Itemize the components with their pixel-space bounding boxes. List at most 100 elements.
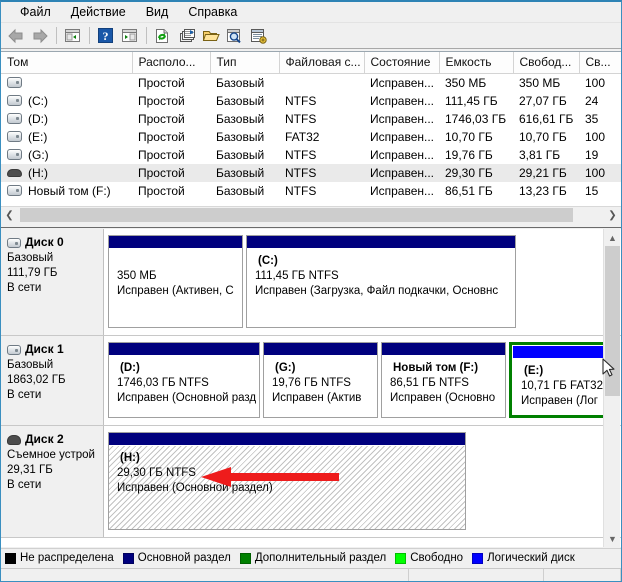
partition-strip: 350 МБ Исправен (Активен, С (C:) 111,45 ГБ … — [104, 229, 621, 335]
show-hide-action-pane-icon[interactable] — [118, 25, 141, 47]
partition-label: (H:) — [120, 452, 140, 464]
pane-splitter[interactable] — [1, 223, 621, 228]
h-scroll-track[interactable] — [18, 207, 604, 223]
partition-block[interactable]: Новый том (F:) 86,51 ГБ NTFS Исправен (Осн… — [381, 342, 506, 418]
h-scroll-thumb[interactable] — [20, 208, 573, 222]
menu-help[interactable]: Справка — [178, 3, 247, 22]
cell-volume: (E:) — [1, 128, 132, 146]
partition-block[interactable]: (D:) 1746,03 ГБ NTFS Исправен (Основной ра… — [108, 342, 260, 418]
table-row[interactable]: (H:) Простой Базовый NTFS Исправен... 29,30 Г… — [1, 163, 621, 182]
cell-freepercent: 24 — [585, 93, 599, 108]
partition-capacity-bar — [382, 343, 505, 356]
partition-capacity-bar — [513, 346, 604, 359]
table-row[interactable]: (E:) Простой Базовый FAT32 Исправен... 10,70 … — [1, 128, 621, 146]
cell-status: Исправен... — [370, 75, 435, 90]
cell-capacity: 350 МБ — [445, 75, 487, 90]
table-row[interactable]: (G:) Простой Базовый NTFS Исправен... 19,76 Г… — [1, 146, 621, 164]
partition-block[interactable]: (G:) 19,76 ГБ NTFS Исправен (Актив — [263, 342, 378, 418]
partition-label: Новый том (F:) — [393, 362, 479, 374]
volume-list-pane[interactable]: Том Располо... Тип Файловая с... Состоян… — [1, 51, 621, 223]
partition-size-filesystem: 86,51 ГБ NTFS — [390, 377, 469, 389]
cell-freepercent: 100 — [585, 129, 606, 144]
partition-block[interactable]: (C:) 111,45 ГБ NTFS Исправен (Загрузка, Фа… — [246, 235, 516, 328]
table-row[interactable]: (C:) Простой Базовый NTFS Исправен... 111,45 … — [1, 92, 621, 110]
menu-view[interactable]: Вид — [136, 3, 179, 22]
disk-name-label: Диск 2 — [25, 432, 64, 446]
partition-strip: (D:) 1746,03 ГБ NTFS Исправен (Основной ра… — [104, 336, 621, 425]
partition-status: Исправен (Актив — [272, 392, 362, 404]
disk-info-panel[interactable]: Диск 1 Базовый 1863,02 ГБ В сети — [1, 336, 104, 425]
forward-icon[interactable] — [28, 25, 51, 47]
column-header-type[interactable]: Тип — [210, 52, 280, 74]
partition-block[interactable]: (E:) 10,71 ГБ FAT32 Исправен (Лог — [509, 342, 608, 418]
v-scroll-track[interactable] — [604, 246, 621, 530]
menu-file[interactable]: Файл — [10, 3, 61, 22]
partition-size-filesystem: 19,76 ГБ NTFS — [272, 377, 351, 389]
table-row[interactable]: Новый том (F:) Простой Базовый NTFS Исправен… — [1, 182, 621, 200]
all-tasks-icon[interactable] — [247, 25, 270, 47]
svg-text:?: ? — [103, 29, 109, 43]
scroll-up-icon[interactable]: ▲ — [604, 229, 621, 246]
show-hide-console-tree-icon[interactable] — [61, 25, 84, 47]
partition-block[interactable]: (H:) 29,30 ГБ NTFS Исправен (Основной разд… — [108, 432, 466, 530]
column-header-freespace[interactable]: Свобод... — [513, 52, 580, 74]
cell-status: Исправен... — [370, 183, 435, 198]
rescan-disks-icon[interactable] — [175, 25, 198, 47]
partition-status: Исправен (Лог — [521, 395, 598, 407]
menu-action[interactable]: Действие — [61, 3, 136, 22]
graphical-view-vertical-scrollbar[interactable]: ▲ ▼ — [603, 229, 620, 547]
properties-search-icon[interactable] — [223, 25, 246, 47]
disk-row[interactable]: Диск 1 Базовый 1863,02 ГБ В сети (D:) 1746,03… — [1, 336, 621, 426]
partition-capacity-bar — [247, 236, 515, 249]
refresh-icon[interactable] — [151, 25, 174, 47]
legend-free-space-swatch — [395, 552, 407, 564]
scroll-down-icon[interactable]: ▼ — [604, 530, 621, 547]
hard-disk-icon — [7, 344, 21, 355]
cell-type: Базовый — [216, 93, 265, 108]
column-header-status[interactable]: Состояние — [364, 52, 440, 74]
volume-list-horizontal-scrollbar[interactable]: ❮ ❯ — [1, 206, 621, 223]
cell-layout: Простой — [138, 93, 185, 108]
scroll-right-icon[interactable]: ❯ — [604, 207, 621, 223]
open-icon[interactable] — [199, 25, 222, 47]
table-row[interactable]: (D:) Простой Базовый NTFS Исправен... 1746,03… — [1, 110, 621, 128]
cell-capacity: 1746,03 ГБ — [445, 111, 507, 126]
disk-name: Диск 2 — [7, 432, 99, 447]
column-header-capacity[interactable]: Емкость — [439, 52, 514, 74]
disk-row[interactable]: Диск 2 Съемное устрой 29,31 ГБ В сети (H:) 29… — [1, 426, 621, 538]
help-icon[interactable]: ? — [94, 25, 117, 47]
legend-unallocated: Не распределена — [5, 552, 114, 564]
partition-details: (H:) 29,30 ГБ NTFS Исправен (Основной разд… — [109, 446, 465, 529]
cell-status: Исправен... — [370, 111, 435, 126]
cell-layout: Простой — [138, 75, 185, 90]
partition-status: Исправен (Основной разд — [117, 392, 257, 404]
cell-filesystem: NTFS — [285, 93, 317, 108]
cell-volume: (C:) — [1, 92, 132, 110]
table-row[interactable]: Простой Базовый Исправен... 350 МБ 350 МБ 100 — [1, 74, 621, 92]
partition-capacity-bar — [109, 343, 259, 356]
cell-status: Исправен... — [370, 93, 435, 108]
hard-disk-icon — [7, 77, 22, 89]
disk-name-label: Диск 0 — [25, 235, 64, 249]
back-icon[interactable] — [4, 25, 27, 47]
partition-status: Исправен (Основно — [390, 392, 496, 404]
partition-legend: Не распределена Основной раздел Дополнител… — [1, 548, 621, 567]
column-header-freepercent[interactable]: Св... — [579, 52, 621, 74]
column-header-filesystem[interactable]: Файловая с... — [279, 52, 365, 74]
hard-disk-icon — [7, 113, 22, 124]
v-scroll-thumb[interactable] — [605, 246, 620, 396]
cell-layout: Простой — [138, 111, 185, 126]
column-header-layout[interactable]: Располо... — [132, 52, 211, 74]
hard-disk-icon — [7, 185, 22, 196]
graphical-view-pane[interactable]: Диск 0 Базовый 111,79 ГБ В сети 350 МБ Испра… — [1, 229, 621, 547]
partition-details: Новый том (F:) 86,51 ГБ NTFS Исправен (Осн… — [382, 356, 505, 417]
column-header-volume[interactable]: Том — [1, 52, 133, 74]
partition-block[interactable]: 350 МБ Исправен (Активен, С — [108, 235, 243, 328]
scroll-left-icon[interactable]: ❮ — [1, 207, 18, 223]
disk-info-panel[interactable]: Диск 2 Съемное устрой 29,31 ГБ В сети — [1, 426, 104, 537]
cell-filesystem: NTFS — [285, 111, 317, 126]
legend-logical-drive-label: Логический диск — [487, 552, 575, 564]
disk-info-panel[interactable]: Диск 0 Базовый 111,79 ГБ В сети — [1, 229, 104, 335]
cell-volume: Новый том (F:) — [1, 182, 132, 200]
disk-row[interactable]: Диск 0 Базовый 111,79 ГБ В сети 350 МБ Испра… — [1, 229, 621, 336]
